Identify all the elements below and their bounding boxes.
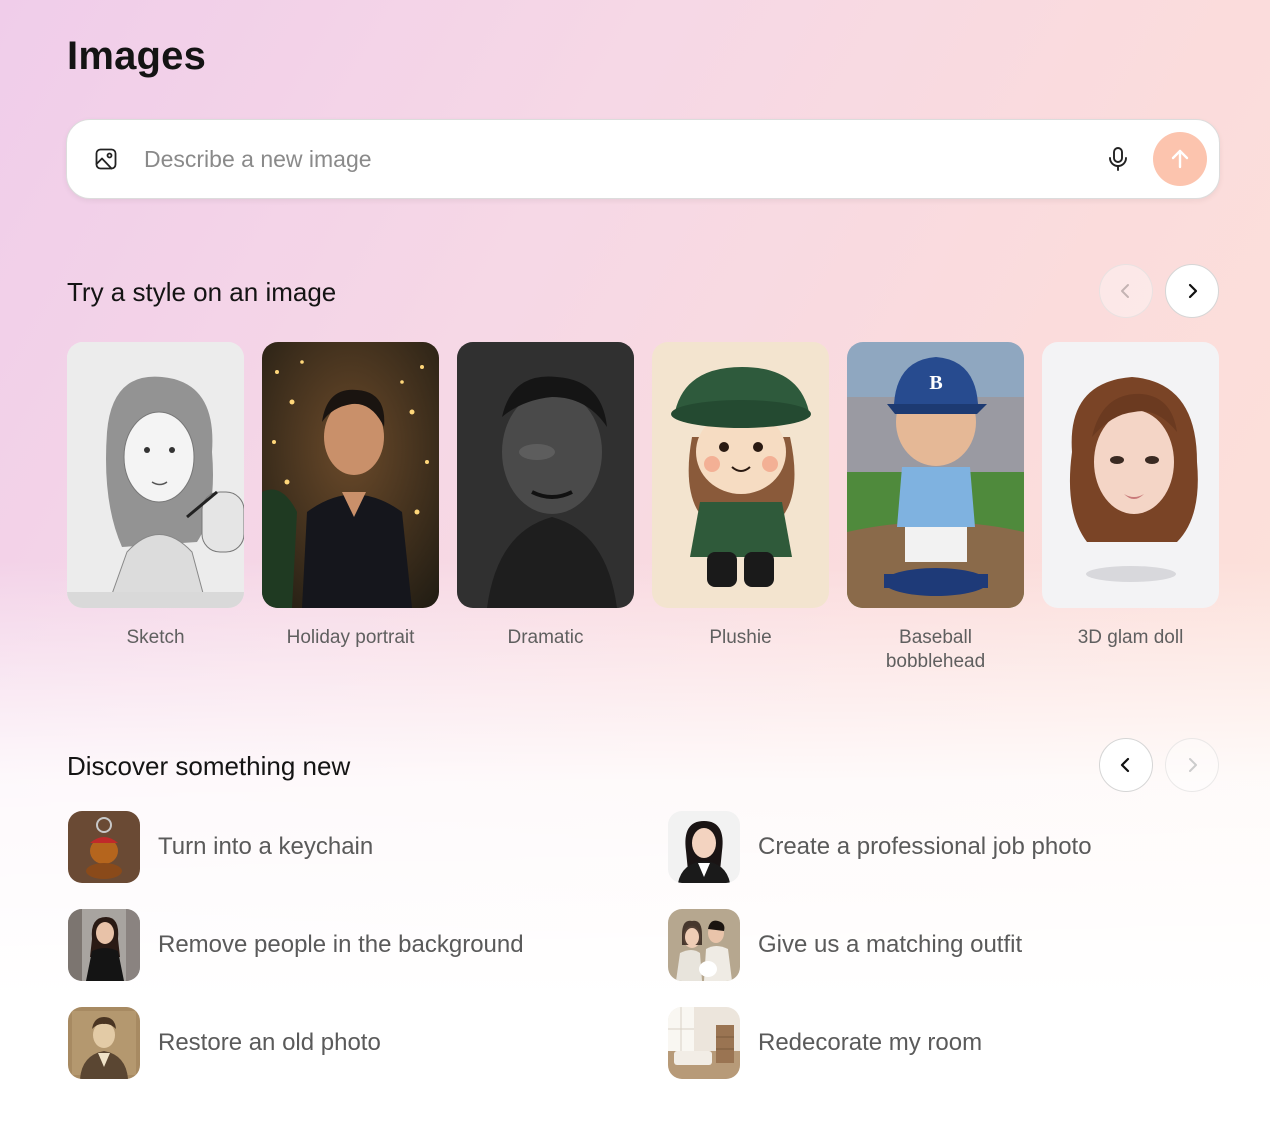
style-card-plushie[interactable]: Plushie: [652, 342, 829, 650]
search-bar[interactable]: [66, 119, 1220, 199]
discover-item-keychain[interactable]: Turn into a keychain: [68, 811, 373, 883]
style-label: Baseball bobblehead: [885, 627, 986, 672]
send-button[interactable]: [1153, 132, 1207, 186]
style-label: Sketch: [126, 627, 185, 648]
chevron-right-icon: [1188, 283, 1198, 299]
style-label: Dramatic: [507, 627, 584, 648]
discover-item-restore-photo[interactable]: Restore an old photo: [68, 1007, 381, 1079]
style-card-3d-glam-doll[interactable]: 3D glam doll: [1042, 342, 1219, 650]
svg-text:B: B: [929, 372, 942, 394]
style-label: Holiday portrait: [286, 627, 415, 648]
styles-section-title: Try a style on an image: [67, 277, 337, 307]
style-label: 3D glam doll: [1077, 627, 1184, 648]
baseball-bobblehead-thumbnail: B: [847, 342, 1024, 608]
image-icon[interactable]: [94, 147, 118, 171]
style-card-dramatic[interactable]: Dramatic: [457, 342, 634, 650]
discover-section-title: Discover something new: [67, 751, 351, 781]
search-input[interactable]: [144, 138, 1044, 180]
discover-label: Redecorate my room: [758, 1029, 983, 1056]
restore-photo-thumbnail: [68, 1007, 140, 1079]
holiday-portrait-thumbnail: [262, 342, 439, 608]
3d-glam-doll-thumbnail: [1042, 342, 1219, 608]
discover-label: Give us a matching outfit: [758, 931, 1023, 958]
chevron-left-icon: [1120, 757, 1130, 773]
chevron-left-icon: [1121, 284, 1129, 298]
discover-item-redecorate-room[interactable]: Redecorate my room: [668, 1007, 982, 1079]
plushie-thumbnail: [652, 342, 829, 608]
chevron-right-icon: [1189, 758, 1197, 772]
discover-item-remove-people[interactable]: Remove people in the background: [68, 909, 524, 981]
styles-next-button[interactable]: [1165, 264, 1219, 318]
discover-next-button[interactable]: [1165, 738, 1219, 792]
style-card-baseball-bobblehead[interactable]: B Baseball bobblehead: [847, 342, 1024, 674]
style-card-holiday-portrait[interactable]: Holiday portrait: [262, 342, 439, 650]
styles-prev-button[interactable]: [1099, 264, 1153, 318]
page-title: Images: [67, 34, 207, 78]
discover-label: Turn into a keychain: [158, 833, 374, 860]
arrow-up-icon: [1171, 149, 1189, 169]
remove-people-thumbnail: [68, 909, 140, 981]
sketch-thumbnail: [67, 342, 244, 608]
dramatic-thumbnail: [457, 342, 634, 608]
style-label: Plushie: [709, 627, 772, 648]
keychain-thumbnail: [68, 811, 140, 883]
discover-label: Create a professional job photo: [758, 833, 1092, 860]
discover-prev-button[interactable]: [1099, 738, 1153, 792]
discover-label: Restore an old photo: [158, 1029, 381, 1056]
discover-label: Remove people in the background: [158, 931, 524, 958]
style-card-sketch[interactable]: Sketch: [67, 342, 244, 650]
redecorate-room-thumbnail: [668, 1007, 740, 1079]
job-photo-thumbnail: [668, 811, 740, 883]
discover-item-matching-outfit[interactable]: Give us a matching outfit: [668, 909, 1022, 981]
microphone-icon[interactable]: [1103, 144, 1133, 174]
discover-item-job-photo[interactable]: Create a professional job photo: [668, 811, 1092, 883]
matching-outfit-thumbnail: [668, 909, 740, 981]
